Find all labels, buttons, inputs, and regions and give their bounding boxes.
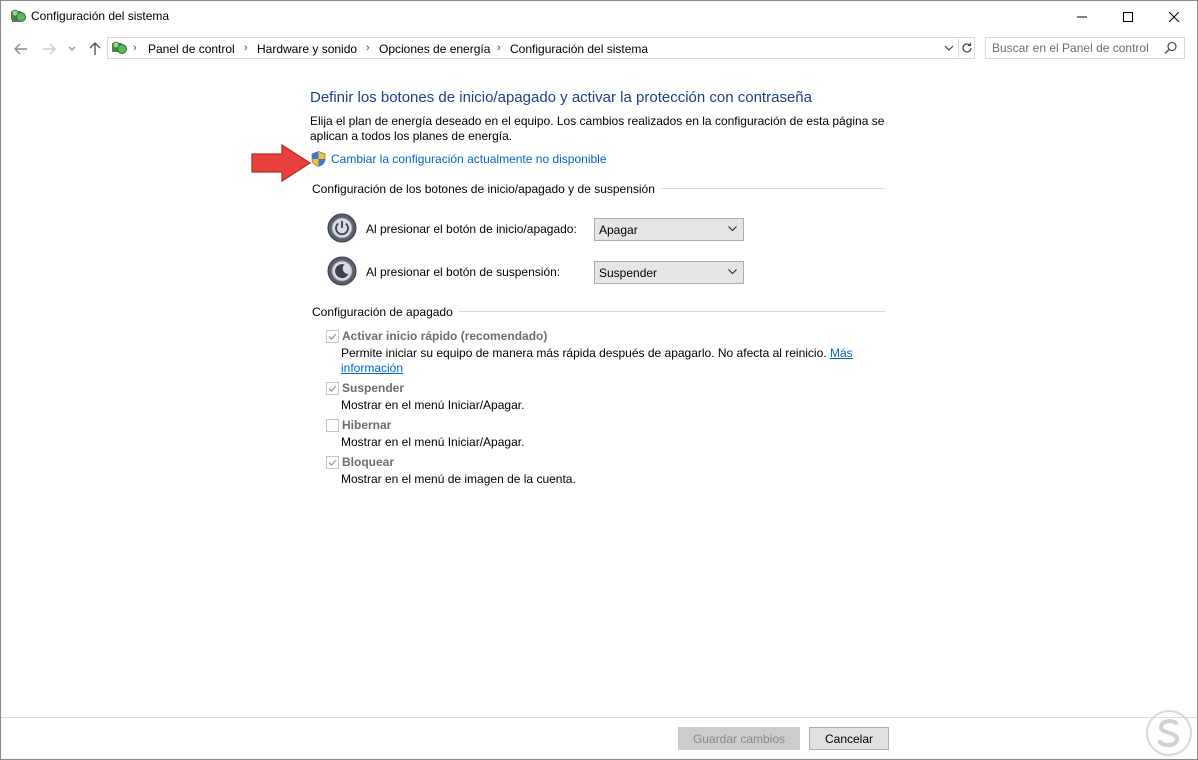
search-icon[interactable]	[1164, 41, 1178, 55]
footer-divider	[1, 717, 1197, 718]
buttons-group-title: Configuración de los botones de inicio/a…	[312, 182, 661, 196]
breadcrumb-hardware-sound[interactable]: Hardware y sonido	[257, 42, 357, 56]
power-button-label: Al presionar el botón de inicio/apagado:	[366, 222, 577, 236]
recent-locations-button[interactable]	[65, 40, 79, 58]
divider	[661, 188, 885, 189]
fast-startup-label: Activar inicio rápido (recomendado)	[342, 329, 548, 343]
search-input[interactable]	[992, 41, 1157, 55]
close-icon	[1169, 11, 1179, 22]
window: Configuración del sistema › Panel de con…	[0, 0, 1198, 760]
refresh-icon	[962, 42, 972, 53]
breadcrumb-control-panel[interactable]: Panel de control	[148, 42, 235, 56]
sleep-description: Mostrar en el menú Iniciar/Apagar.	[341, 398, 525, 412]
chevron-down-icon	[944, 45, 954, 51]
chevron-down-icon	[728, 226, 737, 232]
breadcrumb-power-options[interactable]: Opciones de energía	[379, 42, 490, 56]
checkmark-icon	[328, 459, 337, 466]
red-arrow-annotation	[251, 143, 312, 183]
sleep-label: Suspender	[342, 381, 405, 395]
breadcrumb-system-settings[interactable]: Configuración del sistema	[510, 42, 648, 56]
minimize-button[interactable]	[1059, 1, 1105, 32]
divider	[459, 311, 885, 312]
sleep-checkbox[interactable]	[326, 382, 339, 395]
search-box[interactable]	[985, 37, 1185, 59]
lock-description: Mostrar en el menú de imagen de la cuent…	[341, 472, 576, 486]
hibernate-description: Mostrar en el menú Iniciar/Apagar.	[341, 435, 525, 449]
forward-button[interactable]	[40, 40, 58, 58]
control-panel-icon	[112, 41, 127, 54]
chevron-down-icon	[728, 269, 737, 275]
shutdown-group-title: Configuración de apagado	[312, 305, 459, 319]
page-title: Definir los botones de inicio/apagado y …	[310, 89, 812, 106]
checkmark-icon	[328, 333, 337, 340]
breadcrumb-separator: ›	[497, 42, 501, 54]
chevron-down-icon	[68, 46, 76, 51]
close-button[interactable]	[1151, 1, 1197, 32]
up-button[interactable]	[86, 40, 104, 58]
breadcrumb-separator: ›	[244, 42, 248, 54]
control-panel-icon	[11, 9, 26, 22]
power-button-value: Apagar	[599, 223, 638, 237]
save-changes-button[interactable]: Guardar cambios	[678, 727, 800, 750]
change-settings-link[interactable]: Cambiar la configuración actualmente no …	[331, 152, 607, 166]
maximize-icon	[1123, 11, 1133, 22]
back-arrow-icon	[14, 43, 27, 55]
maximize-button[interactable]	[1105, 1, 1151, 32]
forward-arrow-icon	[43, 43, 56, 55]
breadcrumb-separator: ›	[133, 42, 137, 54]
fast-startup-checkbox[interactable]	[326, 330, 339, 343]
power-button-select[interactable]: Apagar	[594, 218, 744, 241]
power-icon	[327, 213, 357, 243]
title-bar: Configuración del sistema	[1, 1, 1197, 32]
address-bar[interactable]: › Panel de control › Hardware y sonido ›…	[107, 37, 975, 59]
page-description: Elija el plan de energía deseado en el e…	[310, 114, 885, 143]
hibernate-checkbox[interactable]	[326, 419, 339, 432]
sleep-button-value: Suspender	[599, 266, 658, 280]
minimize-icon	[1077, 16, 1087, 17]
lock-checkbox[interactable]	[326, 456, 339, 469]
breadcrumb-separator: ›	[366, 42, 370, 54]
lock-label: Bloquear	[342, 455, 395, 469]
up-arrow-icon	[89, 42, 101, 55]
address-dropdown-button[interactable]	[940, 40, 958, 56]
window-title: Configuración del sistema	[31, 9, 170, 23]
sleep-icon	[327, 256, 357, 286]
shield-icon	[311, 151, 326, 167]
fast-startup-description: Permite iniciar su equipo de manera más …	[341, 346, 861, 376]
sleep-button-label: Al presionar el botón de suspensión:	[366, 265, 561, 279]
fast-startup-description-text: Permite iniciar su equipo de manera más …	[341, 346, 827, 360]
sleep-button-select[interactable]: Suspender	[594, 261, 744, 284]
back-button[interactable]	[12, 40, 30, 58]
checkmark-icon	[328, 385, 337, 392]
refresh-button[interactable]	[958, 39, 975, 57]
watermark-logo	[1146, 710, 1192, 756]
cancel-button[interactable]: Cancelar	[809, 727, 889, 750]
hibernate-label: Hibernar	[342, 418, 392, 432]
